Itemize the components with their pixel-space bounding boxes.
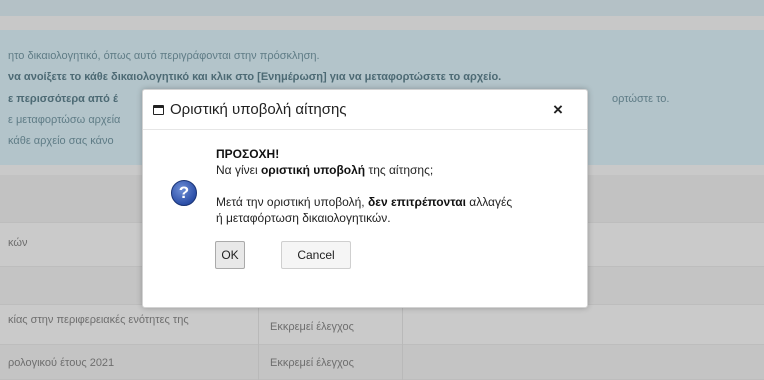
- info-line: να ανοίξετε το κάθε δικαιολογητικό και κ…: [8, 71, 502, 83]
- row-status: Εκκρεμεί έλεγχος: [270, 321, 354, 333]
- column-divider: [402, 305, 403, 380]
- warning-title: ΠΡΟΣΟΧΗ!: [216, 147, 280, 161]
- cancel-button[interactable]: Cancel: [281, 241, 351, 269]
- text-part: της αίτησης;: [365, 163, 434, 177]
- text-part: Να γίνει: [216, 163, 261, 177]
- column-divider: [258, 305, 259, 380]
- ok-button[interactable]: OK: [215, 241, 245, 269]
- text-part: Μετά την οριστική υποβολή,: [216, 195, 368, 209]
- info-line: κάθε αρχείο σας κάνο: [8, 135, 114, 147]
- confirm-submit-dialog: Οριστική υποβολή αίτησης × ? ΠΡΟΣΟΧΗ! Να…: [142, 89, 588, 308]
- text-part: αλλαγές: [465, 195, 513, 209]
- info-line: ε περισσότερα από έ: [8, 93, 118, 105]
- row-label: κών: [8, 237, 28, 249]
- table-row: ρολογικού έτους 2021 Εκκρεμεί έλεγχος: [0, 345, 764, 380]
- confirm-question: Να γίνει οριστική υποβολή της αίτησης;: [216, 163, 433, 177]
- dialog-title: Οριστική υποβολή αίτησης: [170, 101, 347, 118]
- row-status: Εκκρεμεί έλεγχος: [270, 357, 354, 369]
- text-bold: δεν επιτρέπονται: [367, 195, 466, 209]
- top-bar-secondary: [0, 16, 764, 30]
- info-line-right: ορτώστε το.: [612, 93, 670, 105]
- warning-text: Μετά την οριστική υποβολή, δεν επιτρέπον…: [216, 195, 512, 209]
- row-label: ρολογικού έτους 2021: [8, 357, 115, 369]
- row-label: κίας στην περιφερειακές ενότητες της: [8, 314, 189, 326]
- table-row: κίας στην περιφερειακές ενότητες της Εκκ…: [0, 305, 764, 345]
- question-icon: ?: [171, 180, 197, 206]
- top-bar: [0, 0, 764, 16]
- dialog-header: Οριστική υποβολή αίτησης ×: [143, 90, 587, 130]
- window-icon: [153, 105, 164, 115]
- text-bold: οριστική υποβολή: [260, 163, 366, 177]
- info-line: ητο δικαιολογητικό, όπως αυτό περιγράφον…: [8, 50, 320, 62]
- info-line: ε μεταφορτώσω αρχεία: [8, 114, 121, 126]
- close-icon[interactable]: ×: [553, 100, 563, 120]
- warning-text-line2: ή μεταφόρτωση δικαιολογητικών.: [216, 211, 391, 225]
